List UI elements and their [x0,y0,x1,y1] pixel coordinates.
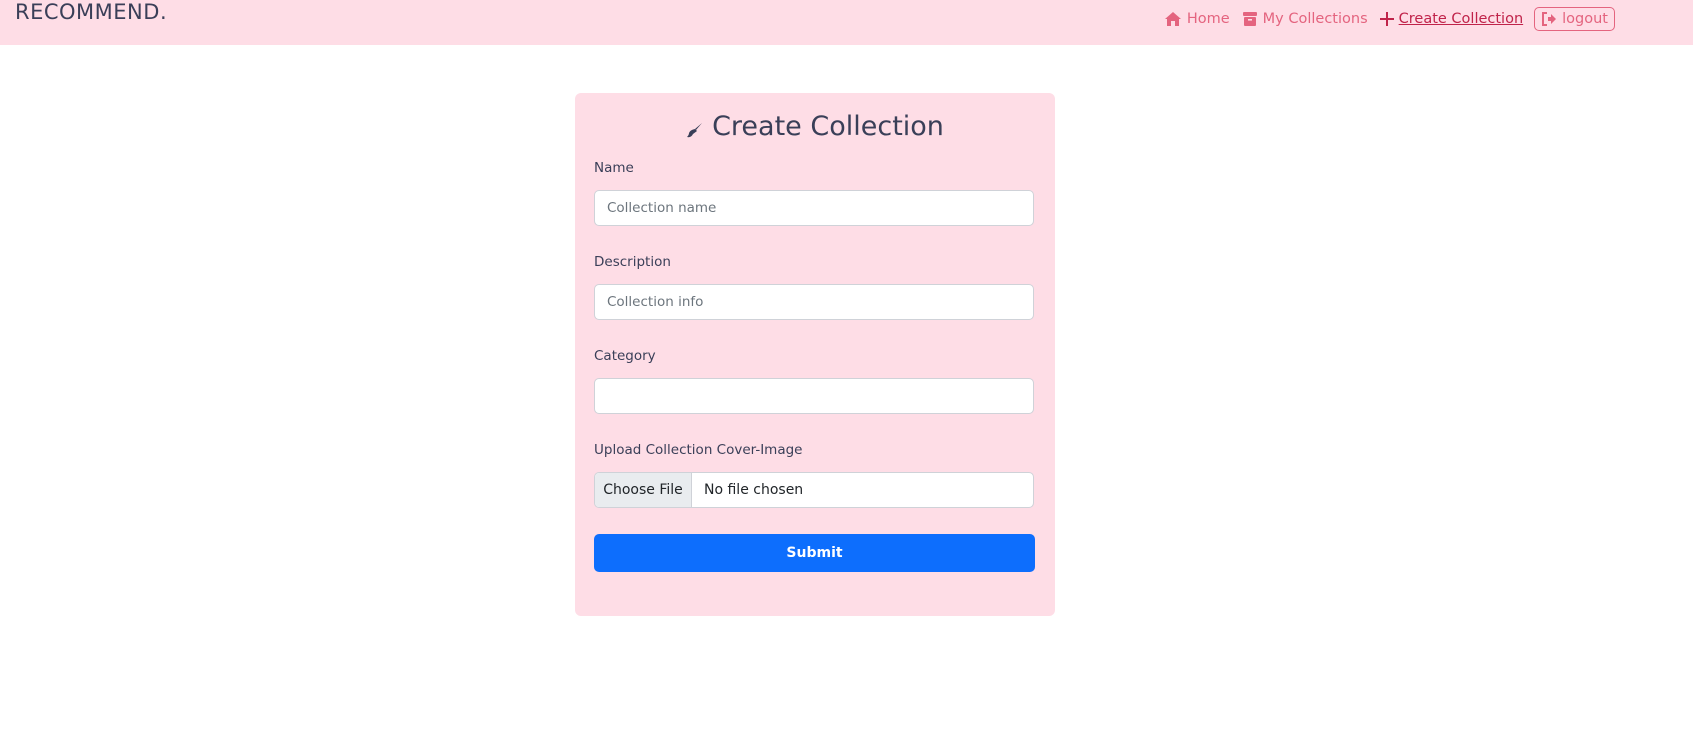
plus-icon [1379,12,1394,26]
nav-home-label: Home [1186,11,1230,27]
nav-links: Home My Collections Create Collection lo… [1152,5,1615,33]
description-label: Description [594,254,671,270]
archive-icon [1242,12,1257,26]
category-input[interactable] [594,378,1034,414]
home-icon [1164,12,1181,26]
logout-label: logout [1562,11,1608,27]
nav-my-collections-link[interactable]: My Collections [1242,11,1368,27]
nav-my-collections-label: My Collections [1262,11,1368,27]
nav-home-link[interactable]: Home [1164,11,1230,27]
nav-create-collection-label: Create Collection [1398,11,1524,27]
file-status-text: No file chosen [704,482,804,498]
description-placeholder: Collection info [607,294,704,310]
category-label: Category [594,348,656,364]
form-title-text: Create Collection [712,111,944,142]
logout-icon [1542,12,1557,26]
form-title: Create Collection [575,111,1055,142]
name-placeholder: Collection name [607,200,717,216]
nav-create-collection-link[interactable]: Create Collection [1379,11,1524,27]
choose-file-button[interactable]: Choose File [595,473,692,507]
brush-icon [687,122,703,137]
upload-label: Upload Collection Cover-Image [594,442,803,458]
top-navbar: RECOMMEND. Home My Collections Create Co… [0,0,1693,45]
name-label: Name [594,160,634,176]
logout-button[interactable]: logout [1534,7,1615,31]
name-input[interactable]: Collection name [594,190,1034,226]
cover-image-file-input[interactable]: Choose File No file chosen [594,472,1034,508]
description-input[interactable]: Collection info [594,284,1034,320]
create-collection-card: Create Collection Name Collection name D… [575,93,1055,616]
submit-button[interactable]: Submit [594,534,1035,572]
brand-logo[interactable]: RECOMMEND. [15,0,167,24]
